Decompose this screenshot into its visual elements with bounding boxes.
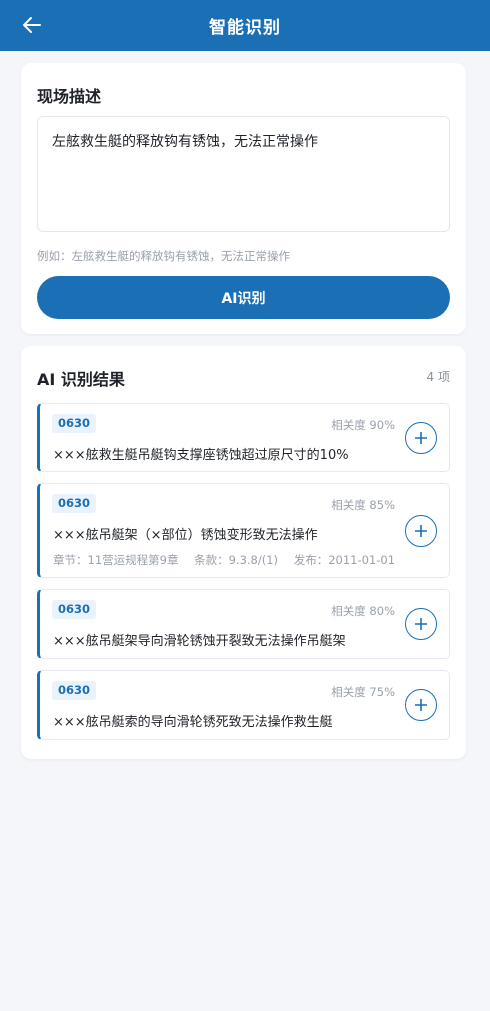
plus-icon	[415, 525, 427, 537]
code-badge: 0630	[52, 681, 97, 700]
plus-icon	[415, 432, 427, 444]
results-count: 4 项	[426, 370, 450, 384]
result-text: ×××舷救生艇吊艇钩支撑座锈蚀超过原尺寸的10%	[53, 448, 349, 463]
relevance-label: 相关度 80%	[331, 604, 395, 618]
chapter-label: 章节：11营运规程第9章	[53, 553, 179, 567]
relevance-label: 相关度 75%	[331, 685, 395, 699]
result-text: ×××舷吊艇架（×部位）锈蚀变形致无法操作	[53, 528, 318, 543]
result-item: 0630 相关度 80% ×××舷吊艇架导向滑轮锈蚀开裂致无法操作吊艇架	[37, 589, 450, 659]
add-button[interactable]	[405, 515, 437, 547]
plus-icon	[415, 699, 427, 711]
page-title: 智能识别	[209, 18, 281, 38]
result-item: 0630 相关度 90% ×××舷救生艇吊艇钩支撑座锈蚀超过原尺寸的10%	[37, 403, 450, 472]
add-button[interactable]	[405, 689, 437, 721]
description-input[interactable]: 左舷救生艇的释放钩有锈蚀，无法正常操作	[37, 116, 450, 232]
app-bar: 智能识别	[0, 0, 490, 51]
description-card: 现场描述 左舷救生艇的释放钩有锈蚀，无法正常操作 例如：左舷救生艇的释放钩有锈蚀…	[21, 63, 466, 334]
arrow-left-icon	[23, 17, 41, 33]
ai-recognize-button[interactable]: AI识别	[37, 276, 450, 319]
result-item: 0630 相关度 85% ×××舷吊艇架（×部位）锈蚀变形致无法操作 章节：11…	[37, 483, 450, 578]
code-badge: 0630	[52, 494, 97, 513]
results-section-title: AI 识别结果	[37, 370, 125, 389]
back-button[interactable]	[22, 12, 46, 38]
description-hint: 例如：左舷救生艇的释放钩有锈蚀，无法正常操作	[37, 249, 290, 263]
clause-label: 条款：9.3.8/(1)	[194, 553, 279, 567]
result-meta: 章节：11营运规程第9章 条款：9.3.8/(1) 发布：2011-01-01	[53, 552, 407, 568]
add-button[interactable]	[405, 422, 437, 454]
code-badge: 0630	[52, 414, 97, 433]
plus-icon	[415, 618, 427, 630]
relevance-label: 相关度 85%	[331, 498, 395, 512]
result-text: ×××舷吊艇架导向滑轮锈蚀开裂致无法操作吊艇架	[53, 634, 346, 649]
results-card: AI 识别结果 4 项 0630 相关度 90% ×××舷救生艇吊艇钩支撑座锈蚀…	[21, 346, 466, 759]
code-badge: 0630	[52, 600, 97, 619]
add-button[interactable]	[405, 608, 437, 640]
result-text: ×××舷吊艇索的导向滑轮锈死致无法操作救生艇	[53, 715, 333, 730]
published-label: 发布：2011-01-01	[293, 553, 396, 567]
relevance-label: 相关度 90%	[331, 418, 395, 432]
description-section-title: 现场描述	[37, 87, 102, 106]
result-item: 0630 相关度 75% ×××舷吊艇索的导向滑轮锈死致无法操作救生艇	[37, 670, 450, 740]
